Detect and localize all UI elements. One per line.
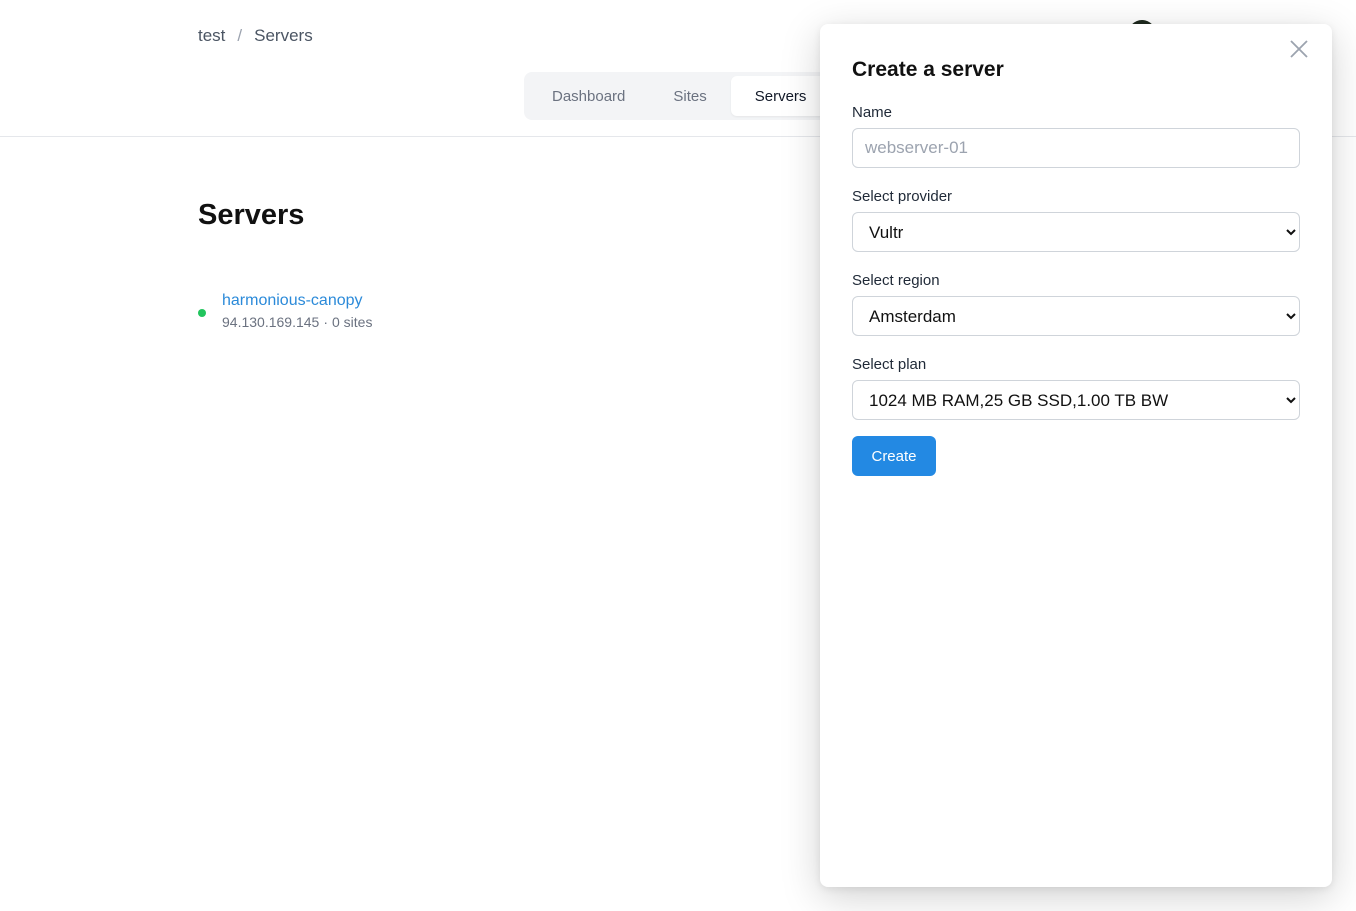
tab-sites[interactable]: Sites (649, 76, 730, 116)
name-field-group: Name (852, 104, 1300, 168)
create-server-drawer: Create a server Name Select provider Vul… (820, 24, 1332, 887)
breadcrumb-item-team[interactable]: test (198, 26, 225, 46)
server-ip: 94.130.169.145 (222, 314, 320, 330)
create-button[interactable]: Create (852, 436, 936, 476)
breadcrumb-item-servers[interactable]: Servers (254, 26, 313, 46)
list-item: harmonious-canopy 94.130.169.145 · 0 sit… (198, 290, 372, 330)
breadcrumb-separator: / (237, 26, 243, 45)
name-label: Name (852, 104, 893, 121)
breadcrumb: test / Servers (198, 26, 313, 46)
meta-separator: · (323, 314, 328, 330)
server-site-count: 0 sites (332, 314, 373, 330)
status-online-indicator (198, 309, 206, 317)
page-title: Servers (198, 199, 305, 231)
provider-select[interactable]: Vultr (852, 212, 1300, 252)
plan-label: Select plan (852, 356, 927, 373)
server-name-link[interactable]: harmonious-canopy (222, 290, 372, 312)
plan-select[interactable]: 1024 MB RAM,25 GB SSD,1.00 TB BW (852, 380, 1300, 420)
region-label: Select region (852, 272, 940, 289)
region-select[interactable]: Amsterdam (852, 296, 1300, 336)
server-meta: 94.130.169.145 · 0 sites (222, 314, 372, 330)
provider-field-group: Select provider Vultr (852, 188, 1300, 252)
main-nav-tabs: Dashboard Sites Servers (524, 72, 835, 120)
provider-label: Select provider (852, 188, 953, 205)
plan-field-group: Select plan 1024 MB RAM,25 GB SSD,1.00 T… (852, 356, 1300, 420)
close-icon[interactable] (1288, 38, 1310, 60)
region-field-group: Select region Amsterdam (852, 272, 1300, 336)
drawer-title: Create a server (852, 58, 1004, 81)
tab-dashboard[interactable]: Dashboard (528, 76, 649, 116)
tab-servers[interactable]: Servers (730, 76, 831, 116)
server-name-input[interactable] (852, 128, 1300, 168)
